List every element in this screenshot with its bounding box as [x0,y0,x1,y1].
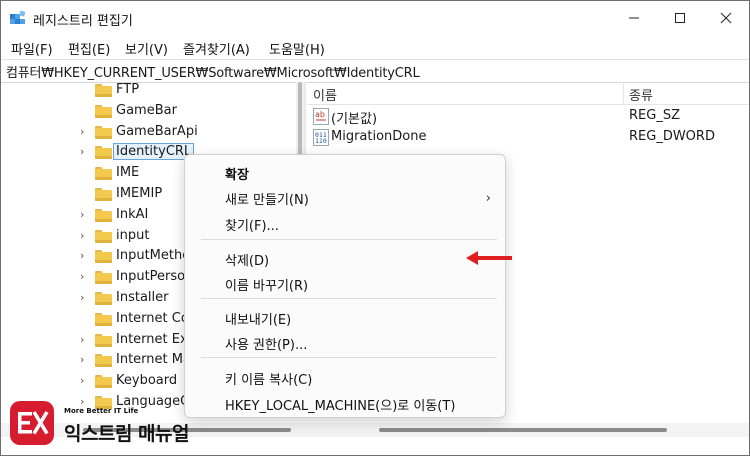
address-bar[interactable]: 컴퓨터₩HKEY_CURRENT_USER₩Software₩Microsoft… [1,59,749,83]
tree-item-label: FTP [116,82,140,97]
logo-tagline: More Better IT Life [64,407,139,415]
address-path[interactable]: 컴퓨터₩HKEY_CURRENT_USER₩Software₩Microsoft… [6,62,420,81]
expand-chevron-icon[interactable]: › [80,270,84,283]
folder-icon [95,125,112,139]
tree-item-label: GameBar [116,102,177,118]
folder-icon [95,292,112,305]
svg-text:ab: ab [315,110,325,119]
column-header-name[interactable]: 이름 [313,85,337,104]
expand-chevron-icon[interactable]: › [80,353,84,366]
value-row[interactable]: 011 110 MigrationDone REG_DWORD [307,127,749,148]
submenu-chevron-icon: › [485,191,491,206]
folder-icon [95,354,112,368]
folder-icon [95,104,112,118]
tree-item-label: Internet Co [116,310,189,326]
minimize-icon [629,17,639,19]
logo-name: 익스트림 매뉴얼 [64,423,189,445]
context-menu: 확장 새로 만들기(N) › 찾기(F)... 삭제(D) 이름 바꾸기(R) … [184,154,512,418]
expand-chevron-icon[interactable]: › [80,229,84,242]
registry-editor-window: 레지스트리 편집기 파일(F) 편집(E) 보기(V) 즐겨찾기(A) 도움말(… [0,0,750,456]
pointer-arrow-icon [466,251,512,265]
value-row[interactable]: ab (기본값) REG_SZ [307,106,749,127]
menu-delete[interactable]: 삭제(D) [225,250,269,269]
value-name: (기본값) [331,112,378,127]
tree-item-label: InkAI [116,206,149,222]
column-header-type[interactable]: 종류 [629,85,653,104]
value-type: REG_SZ [629,108,680,123]
expand-chevron-icon[interactable]: › [80,374,84,387]
expand-chevron-icon[interactable]: › [80,291,84,304]
menu-edit[interactable]: 편집(E) [68,39,110,58]
tree-item[interactable]: FTP [1,82,296,100]
tree-item-label: IdentityCRL [112,143,195,161]
folder-icon [95,271,112,285]
menu-view[interactable]: 보기(V) [125,39,168,58]
maximize-icon [675,13,685,23]
folder-icon [95,146,112,160]
folder-icon [95,84,112,97]
folder-icon [95,229,112,243]
folder-icon [95,312,112,326]
expand-chevron-icon[interactable]: › [80,333,84,346]
folder-icon [95,333,112,347]
menu-export[interactable]: 내보내기(E) [225,309,291,328]
tree-item[interactable]: GameBar [1,101,296,121]
menu-find[interactable]: 찾기(F)... [225,215,279,234]
maximize-button[interactable] [657,1,703,35]
folder-icon [95,167,112,181]
folder-icon [95,375,112,389]
minimize-button[interactable] [611,1,657,35]
tree-item-label: input [116,227,150,243]
tree-item[interactable]: › GameBarApi [1,122,296,142]
expand-chevron-icon[interactable]: › [80,125,84,138]
logo-badge [10,401,54,445]
folder-icon [95,208,112,222]
logo-ex-icon [18,411,49,435]
menu-expand[interactable]: 확장 [225,164,249,183]
menu-separator [201,298,497,299]
menu-rename[interactable]: 이름 바꾸기(R) [225,275,308,294]
registry-app-icon [10,10,26,24]
folder-icon [95,250,112,264]
expand-chevron-icon[interactable]: › [80,208,84,221]
value-name: MigrationDone [331,129,427,144]
menu-bar: 파일(F) 편집(E) 보기(V) 즐겨찾기(A) 도움말(H) [1,35,749,59]
tree-item-label: Installer [116,290,169,305]
menu-separator [201,239,497,240]
menu-help[interactable]: 도움말(H) [269,39,325,58]
menu-file[interactable]: 파일(F) [11,39,53,58]
title-bar: 레지스트리 편집기 [1,1,749,35]
tree-item-label: Keyboard [116,373,178,389]
expand-chevron-icon[interactable]: › [80,249,84,262]
binary-value-icon: 011 110 [313,129,329,146]
menu-permissions[interactable]: 사용 권한(P)... [225,334,307,353]
list-header: 이름 종류 [307,82,749,105]
menu-favorites[interactable]: 즐겨찾기(A) [183,39,250,58]
close-button[interactable] [703,1,749,35]
menu-new[interactable]: 새로 만들기(N) [225,189,309,208]
tree-item-label: IME [116,165,140,181]
svg-text:110: 110 [315,137,327,145]
tree-item-label: IMEMIP [116,186,163,201]
menu-copy-key-name[interactable]: 키 이름 복사(C) [225,369,312,388]
list-horizontal-scroll-thumb[interactable] [379,428,667,432]
string-value-icon: ab [313,108,329,125]
close-icon [720,12,732,24]
expand-chevron-icon[interactable]: › [80,145,84,158]
menu-separator [201,357,497,358]
tree-item-label: Internet Ma [116,352,191,368]
folder-icon [95,188,112,201]
tree-item-label: GameBarApi [116,123,198,139]
window-title: 레지스트리 편집기 [33,14,133,29]
value-type: REG_DWORD [629,129,715,144]
site-logo: More Better IT Life 익스트림 매뉴얼 [10,401,210,451]
menu-goto-hklm[interactable]: HKEY_LOCAL_MACHINE(으)로 이동(T) [225,395,455,414]
column-divider[interactable] [623,82,624,104]
